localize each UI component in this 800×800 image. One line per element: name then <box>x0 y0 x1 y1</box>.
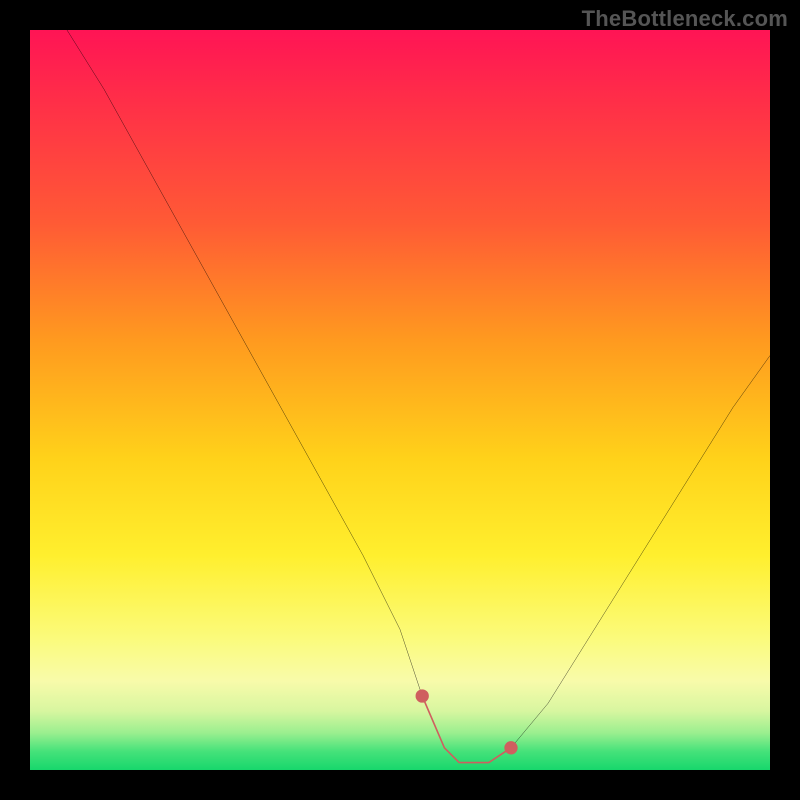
watermark-text: TheBottleneck.com <box>582 6 788 32</box>
bottleneck-curve <box>67 30 770 763</box>
chart-stage: TheBottleneck.com <box>0 0 800 800</box>
highlight-endpoint-left <box>416 689 429 702</box>
curve-svg <box>30 30 770 770</box>
highlight-endpoint-right <box>504 741 517 754</box>
plot-area <box>30 30 770 770</box>
optimal-zone-highlight <box>422 696 511 763</box>
